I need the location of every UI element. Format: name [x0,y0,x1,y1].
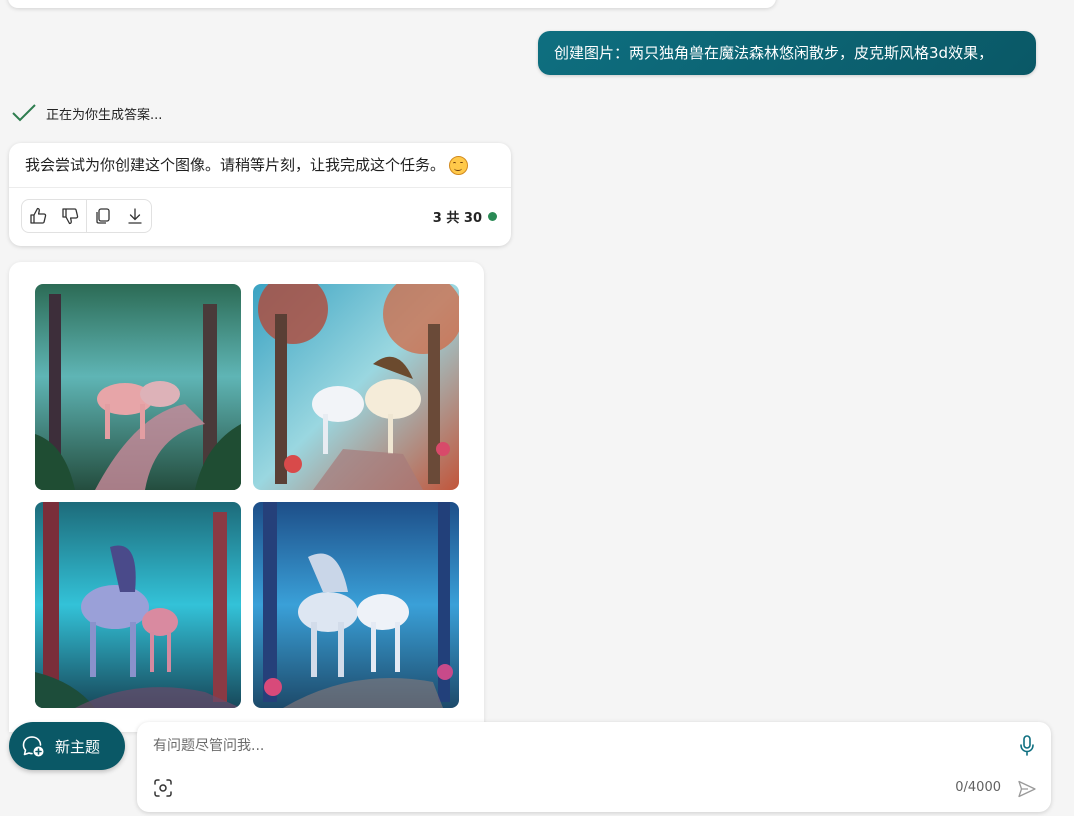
smiling-face-icon [449,155,469,175]
turn-counter-text: 3 共 30 [432,210,482,226]
dislike-button[interactable] [54,200,86,232]
turn-counter: 3 共 30 [432,207,497,226]
microphone-icon[interactable] [1017,734,1037,758]
send-icon[interactable] [1017,779,1037,799]
status-text: 正在为你生成答案... [46,107,163,123]
message-input[interactable] [153,734,993,758]
status-dot [488,211,497,221]
image-content [253,502,459,708]
generated-image-3[interactable] [35,502,241,708]
thumbs-down-icon [62,208,79,225]
new-topic-label: 新主题 [55,737,101,756]
character-count: 0/4000 [955,780,1001,795]
copy-icon [96,208,110,224]
chat-window: 创建图片：两只独角兽在魔法森林悠闲散步，皮克斯风格3d效果， 正在为你生成答案.… [0,0,1074,816]
generation-status: 正在为你生成答案... [12,102,162,124]
image-content [35,284,241,490]
image-content [253,284,459,490]
visual-search-icon[interactable] [153,778,173,798]
generated-images-card [9,262,484,732]
copy-button[interactable] [87,200,119,232]
divider [9,187,511,188]
new-topic-button[interactable]: 新主题 [9,722,125,770]
thumbs-up-icon [30,207,47,224]
generated-image-2[interactable] [253,284,459,490]
assistant-reply-text: 我会尝试为你创建这个图像。请稍等片刻，让我完成这个任务。 [25,156,446,174]
generated-image-1[interactable] [35,284,241,490]
feedback-actions [21,199,152,233]
download-button[interactable] [119,200,151,232]
download-icon [128,208,142,224]
message-composer: 0/4000 [137,722,1051,812]
new-chat-icon [22,736,44,757]
previous-message-card [8,0,776,8]
user-message-bubble: 创建图片：两只独角兽在魔法森林悠闲散步，皮克斯风格3d效果， [538,31,1036,75]
like-button[interactable] [22,200,54,232]
image-content [35,502,241,708]
assistant-reply-card: 我会尝试为你创建这个图像。请稍等片刻，让我完成这个任务。 3 共 30 [9,143,511,246]
checkmark-icon [12,104,36,122]
assistant-reply: 我会尝试为你创建这个图像。请稍等片刻，让我完成这个任务。 [25,153,495,177]
generated-image-4[interactable] [253,502,459,708]
